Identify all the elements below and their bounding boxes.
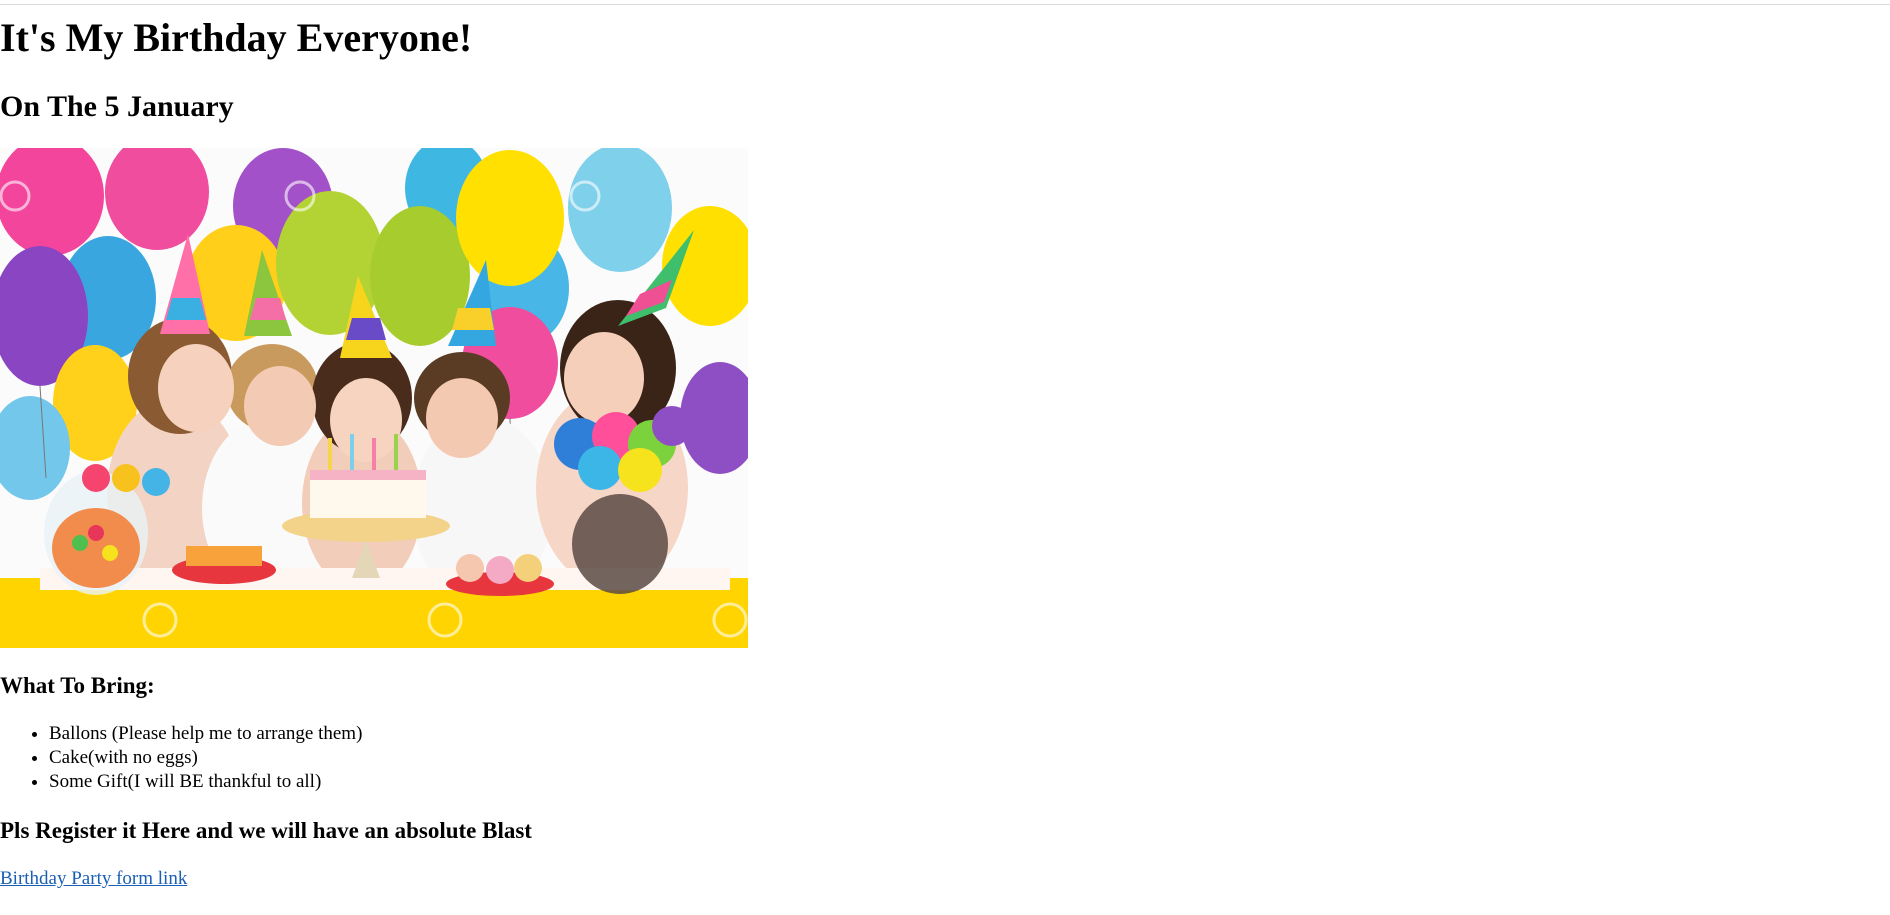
bring-list: Ballons (Please help me to arrange them)… [0,722,362,794]
list-item: Cake(with no eggs) [49,746,362,770]
birthday-party-illustration [0,148,748,648]
register-heading: Pls Register it Here and we will have an… [0,818,532,843]
browser-top-border [0,0,1890,5]
birthday-form-link[interactable]: Birthday Party form link [0,867,187,891]
birthday-party-image [0,148,748,648]
list-item: Some Gift(I will BE thankful to all) [49,770,362,794]
page-title: It's My Birthday Everyone! [0,15,473,60]
what-to-bring-heading: What To Bring: [0,673,155,698]
party-date-heading: On The 5 January [0,90,234,123]
list-item: Ballons (Please help me to arrange them) [49,722,362,746]
